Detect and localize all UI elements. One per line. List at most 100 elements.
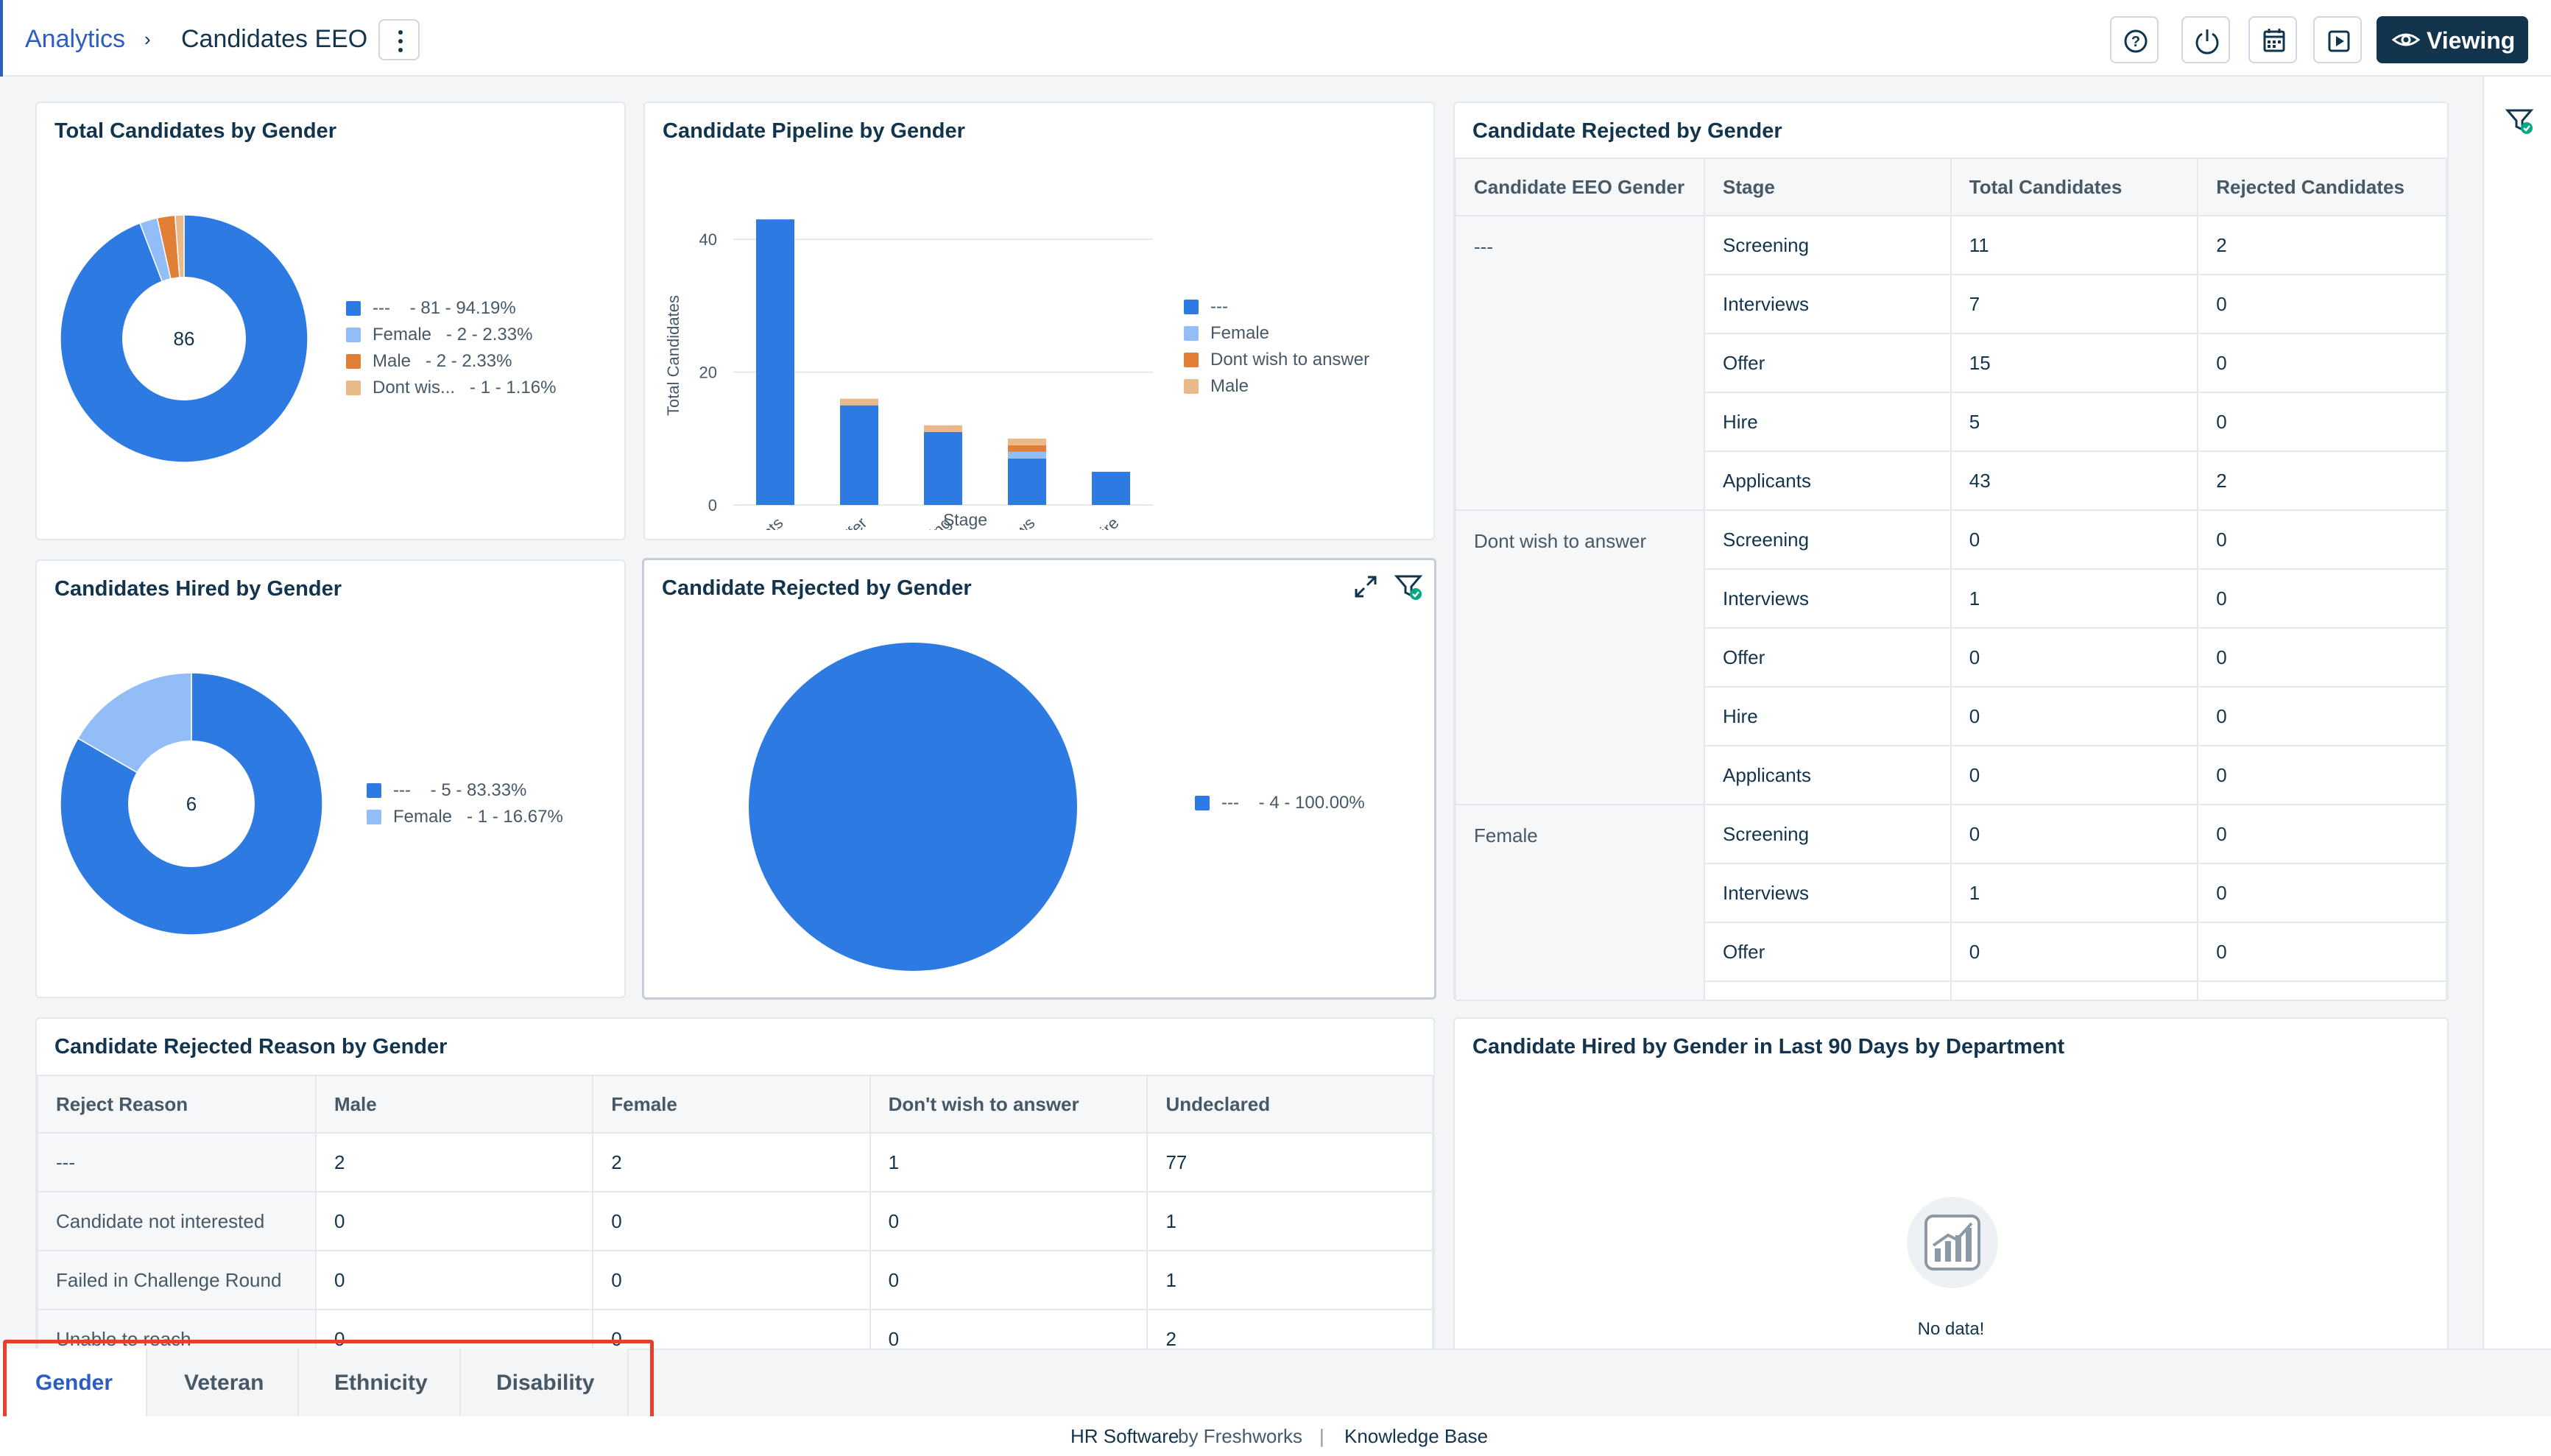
- gender-group-cell: Female: [1455, 804, 1705, 1000]
- rejected-by-gender-table: Candidate EEO Gender Stage Total Candida…: [1455, 158, 2447, 1000]
- table-cell: Screening: [1703, 509, 1952, 570]
- column-header[interactable]: Don't wish to answer: [869, 1075, 1149, 1134]
- legend-label: ---: [393, 780, 411, 800]
- kebab-dot: [398, 30, 403, 35]
- bar-segment[interactable]: [840, 398, 878, 406]
- x-tick-label: Offer: [833, 514, 871, 530]
- card-title: Candidate Hired by Gender in Last 90 Day…: [1472, 1035, 2065, 1059]
- legend-swatch: [1184, 379, 1199, 394]
- bar-segment[interactable]: [924, 425, 962, 432]
- legend-label: ---: [1210, 297, 1228, 317]
- legend-value: - 1 - 16.67%: [467, 807, 563, 827]
- donut-center-label: 86: [174, 328, 195, 350]
- legend-label-group: Male - 2 - 2.33%: [373, 351, 512, 372]
- bar-segment[interactable]: [924, 431, 962, 505]
- candidate-rejected-by-gender-table-card: Candidate Rejected by Gender Candidate E…: [1453, 102, 2449, 1001]
- bar-segment[interactable]: [1008, 438, 1046, 445]
- candidates-hired-by-gender-card: Candidates Hired by Gender 6 --- - 5 - 8…: [35, 559, 626, 998]
- legend-label-group: --- - 81 - 94.19%: [373, 298, 516, 319]
- table-cell: Hire: [1703, 686, 1952, 746]
- table-row: --- 2 2 1 77: [37, 1132, 1433, 1192]
- card-title: Candidates Hired by Gender: [54, 577, 342, 601]
- more-options-button[interactable]: [378, 19, 420, 60]
- legend-value: - 81 - 94.19%: [409, 298, 516, 318]
- kebab-dot: [398, 39, 403, 43]
- x-tick-label: Hire: [1088, 514, 1122, 530]
- table-cell: 0: [869, 1191, 1149, 1251]
- column-header[interactable]: Candidate EEO Gender: [1455, 158, 1705, 216]
- gender-group-cell: ---: [1455, 215, 1705, 511]
- legend-value: - 2 - 2.33%: [426, 351, 512, 371]
- expand-icon[interactable]: [1352, 573, 1379, 600]
- schedule-button[interactable]: [2248, 16, 2297, 63]
- svg-text:?: ?: [2131, 34, 2140, 50]
- table-cell: Interviews: [1703, 568, 1952, 629]
- bar-segment[interactable]: [1092, 471, 1130, 505]
- table-cell: 2: [2197, 215, 2447, 275]
- table-cell: 0: [2197, 333, 2447, 393]
- reject-reason-cell: Candidate not interested: [37, 1191, 317, 1251]
- legend-label-group: Female - 2 - 2.33%: [373, 325, 532, 345]
- column-header[interactable]: Total Candidates: [1950, 158, 2199, 216]
- power-icon: [2195, 29, 2219, 54]
- column-header[interactable]: Reject Reason: [37, 1075, 317, 1134]
- export-button[interactable]: [2181, 16, 2230, 63]
- present-button[interactable]: [2313, 16, 2362, 63]
- knowledge-base-link[interactable]: Knowledge Base: [1344, 1425, 1488, 1448]
- kebab-dot: [398, 48, 403, 52]
- donut-center-label: 6: [186, 793, 197, 815]
- bar-segment[interactable]: [756, 219, 794, 505]
- table-cell: 0: [2197, 392, 2447, 452]
- bar-segment[interactable]: [1008, 451, 1046, 459]
- bar-segment[interactable]: [1008, 445, 1046, 452]
- table-header-row: Candidate EEO Gender Stage Total Candida…: [1455, 158, 2447, 216]
- table-cell: 0: [2197, 509, 2447, 570]
- table-cell: 2: [2197, 450, 2447, 511]
- active-accent: [0, 0, 3, 77]
- viewing-label: Viewing: [2427, 27, 2516, 54]
- table-row: Failed in Challenge Round 0 0 0 1: [37, 1250, 1433, 1310]
- no-data-text: No data!: [1917, 1319, 1985, 1339]
- table-cell: Interviews: [1703, 274, 1952, 334]
- breadcrumb-analytics-link[interactable]: Analytics: [25, 25, 125, 54]
- legend-value: - 5 - 83.33%: [430, 780, 527, 800]
- rejected-pie-chart: [749, 643, 1077, 971]
- viewing-mode-button[interactable]: Viewing: [2377, 16, 2528, 63]
- play-icon: [2328, 30, 2350, 52]
- table-cell: 0: [1950, 922, 2199, 982]
- table-cell: 0: [314, 1250, 594, 1310]
- table-cell: [2197, 980, 2447, 1000]
- legend-label-group: --- - 5 - 83.33%: [393, 780, 526, 801]
- right-rail: [2483, 77, 2551, 1349]
- column-header[interactable]: Rejected Candidates: [2197, 158, 2447, 216]
- table-cell: 0: [869, 1250, 1149, 1310]
- bar-segment[interactable]: [840, 405, 878, 505]
- table-cell: 2: [314, 1132, 594, 1192]
- card-title: Candidate Rejected Reason by Gender: [54, 1035, 448, 1059]
- no-data-chart-icon: [1907, 1197, 1998, 1288]
- bar-segment[interactable]: [1008, 458, 1046, 505]
- filter-check-icon[interactable]: [2505, 106, 2534, 135]
- breadcrumb-separator: ›: [144, 28, 151, 50]
- legend-value: - 1 - 1.16%: [470, 378, 557, 397]
- table-cell: 1: [1950, 568, 2199, 629]
- total-candidates-donut-chart: 86: [60, 214, 308, 463]
- pie-slice[interactable]: [749, 643, 1077, 971]
- candidate-rejected-by-gender-pie-card: Candidate Rejected by Gender --- - 4 - 1…: [642, 558, 1436, 1000]
- column-header[interactable]: Stage: [1703, 158, 1952, 216]
- x-axis-label: Stage: [943, 510, 987, 529]
- eye-icon: [2391, 33, 2421, 46]
- column-header[interactable]: Male: [314, 1075, 594, 1134]
- card-title: Total Candidates by Gender: [54, 119, 336, 143]
- legend-swatch: [367, 810, 381, 824]
- column-header[interactable]: Undeclared: [1146, 1075, 1433, 1134]
- table-cell: 77: [1146, 1132, 1433, 1192]
- table-cell: 0: [2197, 627, 2447, 688]
- table-cell: Screening: [1703, 215, 1952, 275]
- legend-swatch: [367, 783, 381, 798]
- table-cell: 0: [1950, 627, 2199, 688]
- column-header[interactable]: Female: [592, 1075, 871, 1134]
- filter-check-icon[interactable]: [1394, 572, 1423, 601]
- legend-swatch: [1195, 796, 1210, 810]
- help-button[interactable]: ?: [2110, 16, 2159, 63]
